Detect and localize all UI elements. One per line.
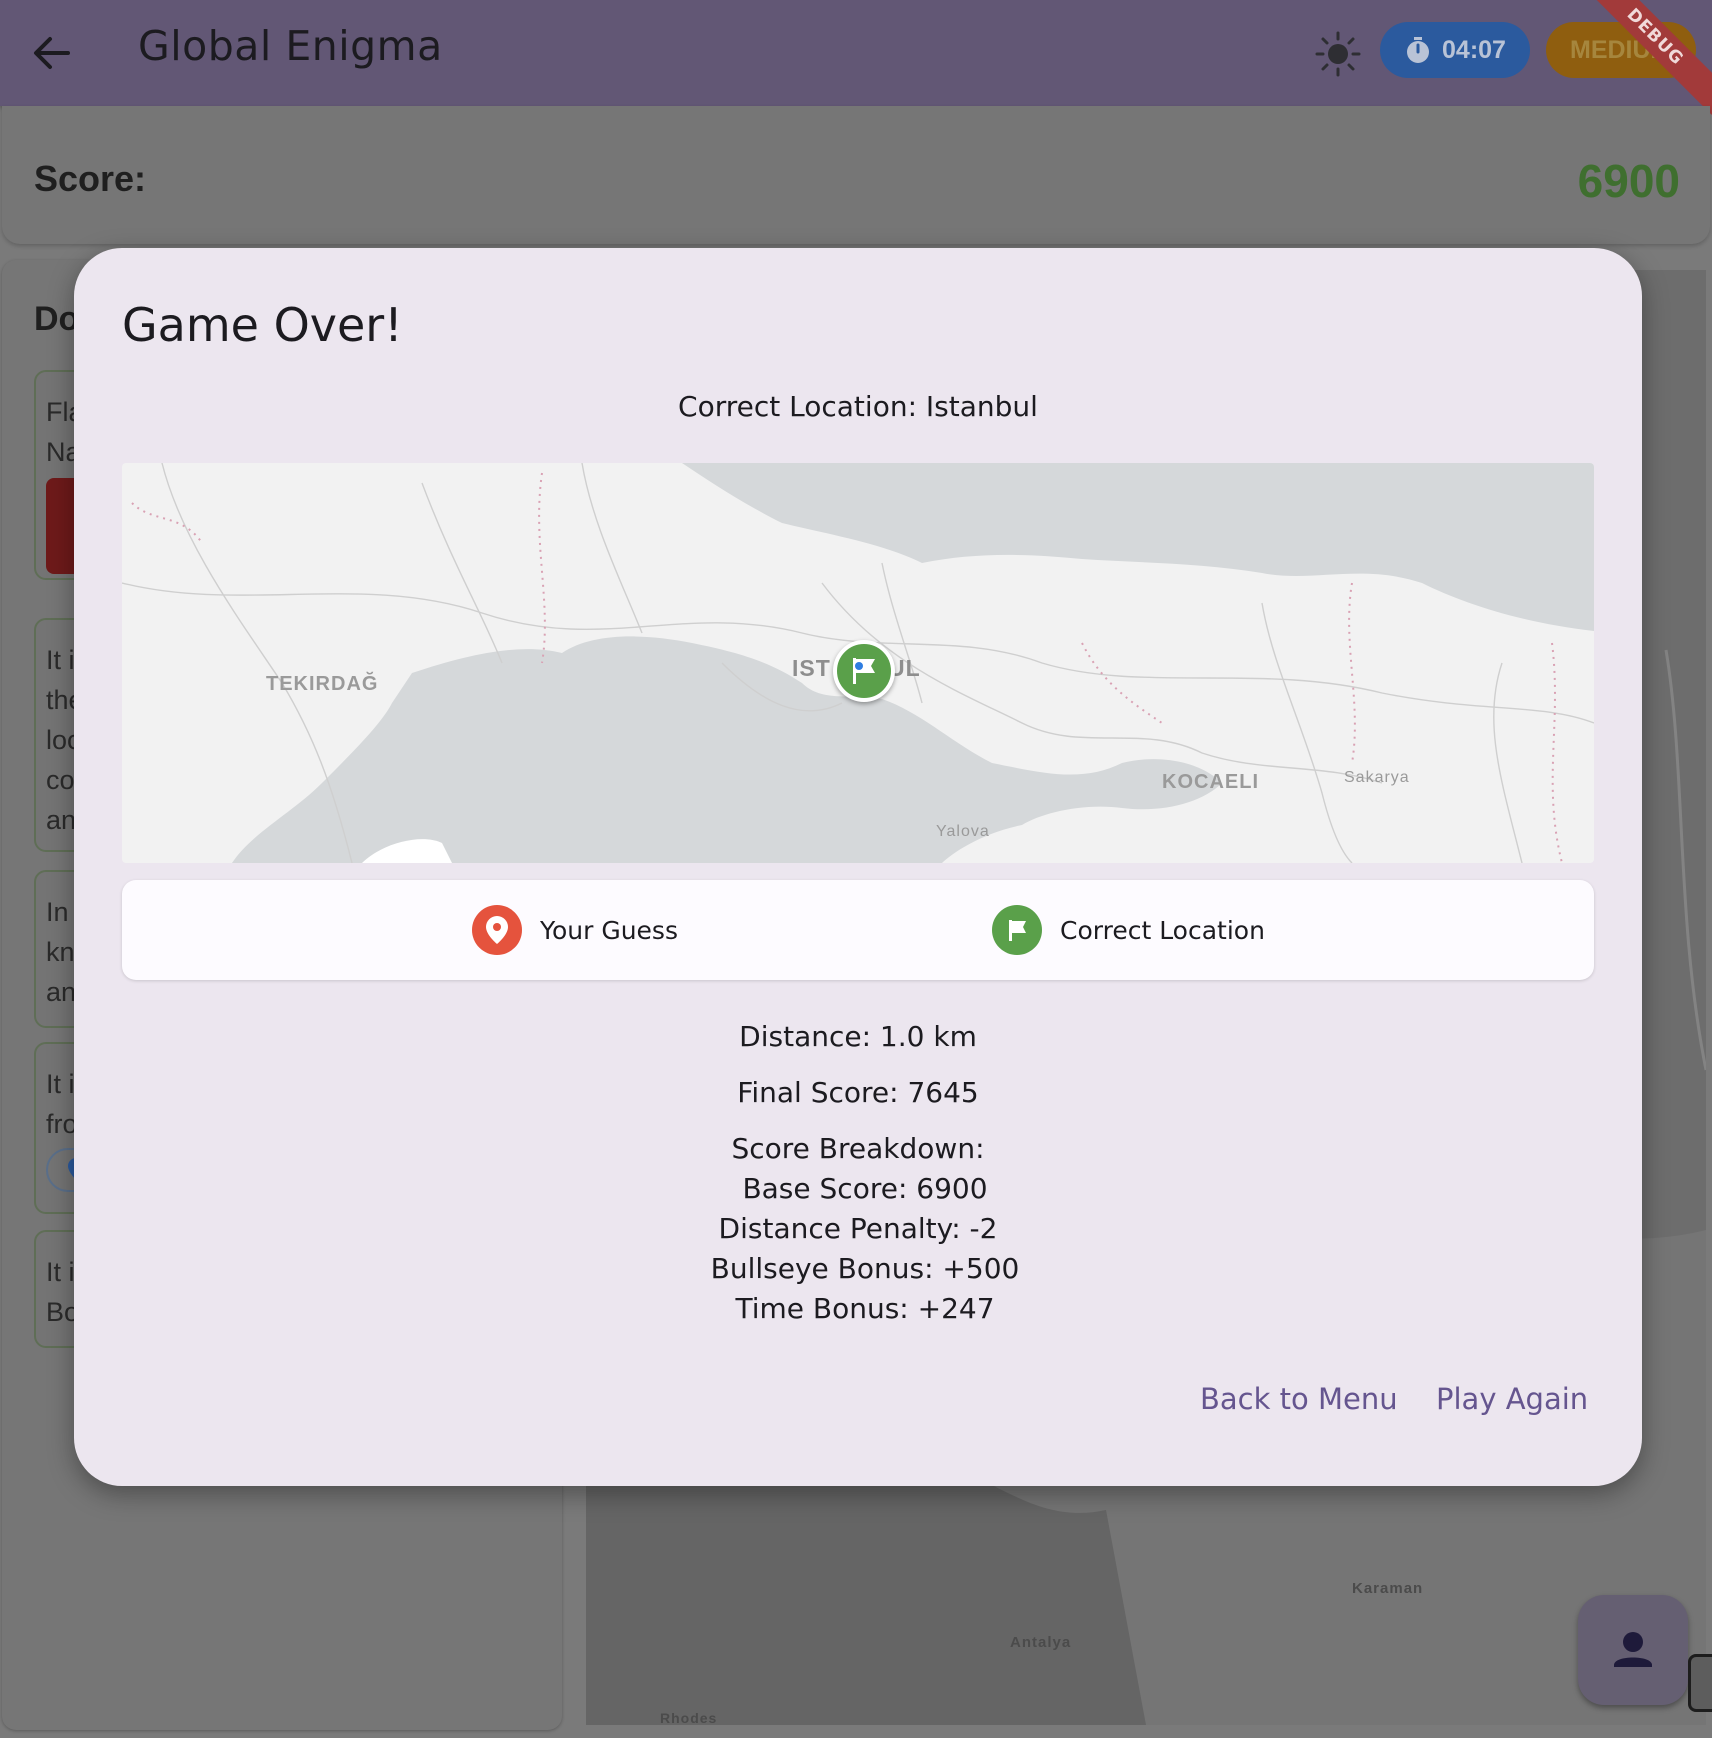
- person-icon: [1614, 1632, 1652, 1667]
- map-label-sakarya: Sakarya: [1344, 769, 1410, 786]
- score-card: Score: 6900: [2, 106, 1710, 244]
- map-label-tekirdag: TEKIRDAĞ: [266, 673, 379, 695]
- app-bar: Global Enigma 04:07 MEDIUM DEBUG: [0, 0, 1712, 115]
- back-to-menu-button[interactable]: Back to Menu: [1200, 1382, 1398, 1416]
- result-map[interactable]: TEKIRDAĞ IST UL KOCAELI Sakarya Yalova: [122, 463, 1594, 863]
- score-value: 6900: [1577, 155, 1680, 207]
- map-label: Karaman: [1352, 1580, 1424, 1597]
- bullseye-bonus-text: Bullseye Bonus: +500: [710, 1252, 1020, 1285]
- hints-heading: Do: [34, 300, 80, 338]
- timer-badge: 04:07: [1380, 22, 1530, 78]
- flag-icon: [992, 905, 1042, 955]
- legend-correct-location: Correct Location: [992, 904, 1265, 956]
- distance-text: Distance: 1.0 km: [739, 1020, 977, 1053]
- legend-correct-label: Correct Location: [1060, 915, 1265, 945]
- map-label-istanbul-left: IST: [792, 655, 831, 681]
- final-score-text: Final Score: 7645: [737, 1076, 979, 1109]
- arrow-left-icon: [34, 37, 70, 69]
- correct-location-marker[interactable]: [833, 640, 895, 702]
- legend-your-guess: Your Guess: [472, 904, 678, 956]
- game-over-dialog: Game Over! Correct Location: Istanbul TE…: [74, 248, 1642, 1486]
- legend-guess-label: Your Guess: [540, 915, 678, 945]
- map-label-kocaeli: KOCAELI: [1162, 771, 1259, 793]
- score-label: Score:: [34, 158, 147, 199]
- map-label: Antalya: [1010, 1634, 1072, 1651]
- map-label: Rhodes: [660, 1710, 718, 1725]
- stopwatch-icon: [1407, 37, 1430, 63]
- profile-button[interactable]: [1578, 1595, 1688, 1705]
- theme-toggle-button[interactable]: [1314, 30, 1362, 78]
- map-label-yalova: Yalova: [936, 823, 990, 840]
- distance-penalty-text: Distance Penalty: -2: [718, 1212, 998, 1245]
- flag-icon: [853, 658, 875, 684]
- dialog-title: Game Over!: [122, 298, 403, 352]
- base-score-text: Base Score: 6900: [742, 1172, 988, 1205]
- timer-value: 04:07: [1442, 35, 1506, 64]
- map-legend: Your Guess Correct Location: [122, 880, 1594, 980]
- play-again-button[interactable]: Play Again: [1436, 1382, 1588, 1416]
- sun-icon: [1315, 31, 1361, 77]
- app-title: Global Enigma: [138, 22, 443, 70]
- time-bonus-text: Time Bonus: +247: [735, 1292, 995, 1325]
- back-button[interactable]: [26, 27, 78, 79]
- overflow-widget[interactable]: [1688, 1654, 1712, 1712]
- map-pin-icon: [472, 905, 522, 955]
- breakdown-heading: Score Breakdown:: [731, 1132, 985, 1165]
- correct-location-text: Correct Location: Istanbul: [678, 390, 1038, 423]
